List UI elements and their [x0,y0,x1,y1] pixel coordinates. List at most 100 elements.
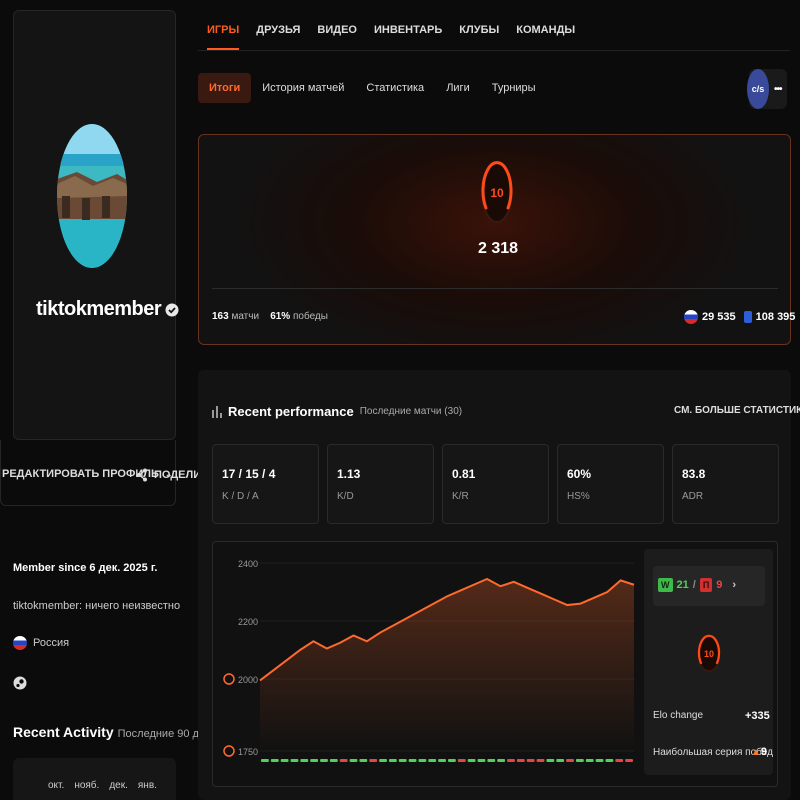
steam-icon [13,676,27,690]
match-stats: 163 матчи 61% победы [212,311,328,322]
tab-games[interactable]: ИГРЫ [207,24,240,50]
performance-subtitle: Последние матчи (30) [359,406,463,417]
tab-clubs[interactable]: КЛУБЫ [459,24,499,50]
y-tick-label: 2200 [238,617,258,627]
skill-level-small-icon: 10 [697,634,721,672]
bar-chart-icon [212,405,222,418]
steam-link[interactable] [13,675,27,691]
global-rank[interactable]: 108 395 [743,311,796,323]
profile-name-row: tiktokmember [36,298,179,321]
result-win [575,759,584,762]
y-tick-label: 2000 [238,675,258,685]
skill-level-value: 10 [490,186,504,200]
matches-label: матчи [231,311,260,322]
stat-label: K / D / A [222,491,259,502]
result-win [261,759,269,762]
tab-teams[interactable]: КОМАНДЫ [516,24,575,50]
performance-title: Recent performance [228,404,354,419]
profile-bio: tiktokmember: ничего неизвестно [13,600,181,612]
rankings: 29 535 108 395 [684,310,795,324]
sub-nav: Итоги История матчей Статистика Лиги Тур… [198,73,547,103]
result-win [497,759,506,762]
month-label: янв. [137,780,157,791]
subtab-leagues[interactable]: Лиги [435,73,481,103]
stat-value: 83.8 [682,467,706,481]
result-win [398,759,407,762]
result-win [418,759,427,762]
fire-icon: ▲ [751,747,761,758]
level-marker-icon [223,745,235,757]
russia-flag-icon [13,636,27,650]
stat-kda: 17 / 15 / 4 K / D / A [212,444,319,524]
subtab-tournaments[interactable]: Турниры [481,73,547,103]
result-win [408,759,417,762]
elo-change-label: Elo change [653,710,704,721]
y-tick-label: 2400 [238,559,258,569]
top-nav: ИГРЫ ДРУЗЬЯ ВИДЕО ИНВЕНТАРЬ КЛУБЫ КОМАНД… [207,24,575,50]
skill-level-small-value: 10 [704,649,714,659]
activity-card [13,758,176,800]
global-rank-value: 108 395 [755,311,796,323]
elo-value: 2 318 [478,240,519,257]
result-loss [516,759,525,762]
winrate-label: победы [292,311,328,322]
recent-activity-label: Recent Activity [13,724,114,740]
win-loss-summary[interactable]: W 21 / П 9 › [658,578,736,592]
globe-icon [743,311,752,323]
subtab-match-history[interactable]: История матчей [251,73,355,103]
game-selector[interactable]: c/s ••• [747,69,787,109]
chevron-right-icon: › [732,579,737,591]
result-win [359,759,368,762]
longest-streak-value: ▲9 [751,746,767,758]
result-loss [615,759,624,762]
tab-inventory[interactable]: ИНВЕНТАРЬ [374,24,442,50]
wins-count: 21 [676,579,689,591]
russia-flag-icon [684,310,698,324]
tab-friends[interactable]: ДРУЗЬЯ [256,24,300,50]
result-win [428,759,437,762]
result-loss [625,759,633,762]
result-win [379,759,387,762]
result-win [329,759,338,762]
stat-value: 0.81 [452,467,476,481]
result-loss [536,759,545,762]
stat-value: 60% [567,467,592,481]
stat-kr: 0.81 K/R [442,444,549,524]
result-win [556,759,565,762]
elo-chart: 2400 2200 2000 1750 [223,559,635,762]
stat-label: K/R [452,491,469,502]
win-badge: W [658,578,673,592]
result-win [595,759,604,762]
stat-hs: 60% HS% [557,444,664,524]
result-win [290,759,299,762]
performance-header: Recent performance Последние матчи (30) [212,404,462,419]
result-win [438,759,446,762]
elo-change-value: +335 [745,710,770,722]
losses-count: 9 [716,579,723,591]
stat-label: K/D [337,491,354,502]
matches-count: 163 [212,311,229,322]
country-rank[interactable]: 29 535 [684,310,736,324]
result-loss [339,759,348,762]
result-win [585,759,594,762]
result-win [477,759,486,762]
skill-level-icon: 10 [481,161,513,223]
loss-badge: П [699,578,713,592]
avatar[interactable] [57,124,127,268]
profile-name: tiktokmember [36,298,162,320]
result-win [546,759,555,762]
see-more-stats-link[interactable]: СМ. БОЛЬШЕ СТАТИСТИКИ [674,405,800,416]
result-win [270,759,279,762]
result-loss [507,759,515,762]
subtab-stats[interactable]: Статистика [355,73,435,103]
member-since: Member since 6 дек. 2025 г. [13,562,158,574]
month-label: нояб. [74,780,100,791]
result-win [320,759,328,762]
winrate-value: 61% [270,311,291,322]
result-win [467,759,476,762]
subtab-overview[interactable]: Итоги [198,73,252,103]
cs-game-icon: c/s [747,69,769,109]
more-icon[interactable]: ••• [774,84,782,95]
avatar-image [57,124,127,268]
tab-video[interactable]: ВИДЕО [317,24,357,50]
